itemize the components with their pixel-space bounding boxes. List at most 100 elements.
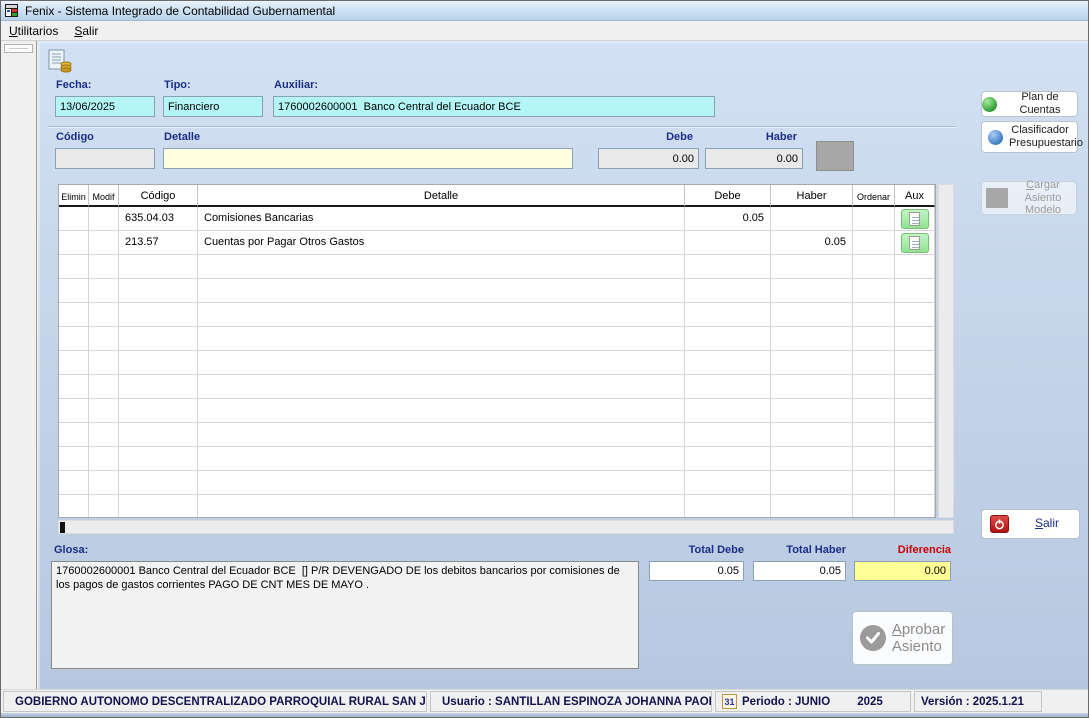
menu-utilitarios[interactable]: Utilitarios [1, 22, 66, 40]
cell-codigo: 635.04.03 [119, 207, 198, 231]
table-v-scrollbar[interactable] [938, 184, 954, 518]
aprobar-asiento-button[interactable]: Aprobar Asiento [852, 611, 953, 665]
table-row[interactable] [59, 399, 935, 423]
cell-debe [685, 327, 771, 351]
cell-detalle: Comisiones Bancarias [198, 207, 685, 231]
column-header-ordenar: Ordenar [853, 185, 895, 207]
entry-table-body: 635.04.03Comisiones Bancarias0.05213.57C… [59, 207, 935, 518]
cell-ordenar [853, 207, 895, 231]
tipo-label: Tipo: [164, 79, 191, 91]
cell-elimin [59, 375, 89, 399]
table-row[interactable]: 213.57Cuentas por Pagar Otros Gastos0.05 [59, 231, 935, 255]
table-row[interactable] [59, 279, 935, 303]
cell-aux [895, 423, 935, 447]
cell-haber [771, 303, 853, 327]
table-row[interactable] [59, 423, 935, 447]
cell-codigo: 213.57 [119, 231, 198, 255]
cell-aux [895, 303, 935, 327]
fecha-input[interactable] [55, 96, 155, 117]
cargar-asiento-modelo-button[interactable]: Cargar Asiento Modelo [981, 181, 1077, 215]
cell-elimin [59, 279, 89, 303]
cell-modif [89, 351, 119, 375]
entries-table: EliminModifCódigoDetalleDebeHaberOrdenar… [58, 184, 936, 518]
collapsed-toolbar-handle[interactable] [4, 44, 33, 53]
debe-label: Debe [598, 131, 693, 143]
table-row[interactable] [59, 495, 935, 518]
auxiliar-input[interactable] [273, 96, 715, 117]
cell-ordenar [853, 231, 895, 255]
table-row[interactable] [59, 303, 935, 327]
glosa-textarea[interactable]: 1760002600001 Banco Central del Ecuador … [51, 561, 639, 669]
h-scrollbar-thumb[interactable] [60, 522, 65, 533]
aux-button[interactable] [901, 233, 929, 253]
cell-ordenar [853, 423, 895, 447]
document-icon [909, 236, 920, 250]
total-debe-input[interactable] [649, 561, 744, 581]
plan-de-cuentas-button[interactable]: Plan de Cuentas [981, 91, 1078, 117]
total-haber-input[interactable] [753, 561, 846, 581]
table-h-scrollbar[interactable] [58, 520, 954, 534]
cell-detalle [198, 495, 685, 518]
periodo-text: Periodo : JUNIO [742, 696, 830, 708]
cell-ordenar [853, 279, 895, 303]
cell-ordenar [853, 327, 895, 351]
cell-detalle [198, 303, 685, 327]
codigo-input[interactable] [55, 148, 155, 169]
column-header-codigo: Código [119, 185, 198, 207]
cell-detalle [198, 423, 685, 447]
tipo-input[interactable] [163, 96, 263, 117]
cell-ordenar [853, 351, 895, 375]
cell-modif [89, 279, 119, 303]
table-row[interactable] [59, 471, 935, 495]
cell-ordenar [853, 399, 895, 423]
cell-codigo [119, 495, 198, 518]
detalle-input[interactable] [163, 148, 573, 169]
cell-aux [895, 447, 935, 471]
entity-text: GOBIERNO AUTONOMO DESCENTRALIZADO PARROQ… [15, 696, 427, 708]
table-row[interactable] [59, 351, 935, 375]
table-row[interactable] [59, 255, 935, 279]
table-row[interactable]: 635.04.03Comisiones Bancarias0.05 [59, 207, 935, 231]
cell-codigo [119, 255, 198, 279]
cell-elimin [59, 255, 89, 279]
aprobar-line1: Aprobar [892, 621, 945, 638]
usuario-text: Usuario : SANTILLAN ESPINOZA JOHANNA PAO… [442, 696, 712, 708]
cell-detalle [198, 255, 685, 279]
table-row[interactable] [59, 375, 935, 399]
cell-detalle [198, 327, 685, 351]
cell-elimin [59, 303, 89, 327]
table-row[interactable] [59, 327, 935, 351]
cell-debe [685, 375, 771, 399]
cell-haber [771, 447, 853, 471]
cell-detalle: Cuentas por Pagar Otros Gastos [198, 231, 685, 255]
diferencia-input[interactable] [854, 561, 951, 581]
cell-haber [771, 495, 853, 518]
column-header-aux: Aux [895, 185, 935, 207]
row-action-button[interactable] [816, 141, 854, 171]
green-sphere-icon [982, 97, 997, 112]
cell-modif [89, 303, 119, 327]
window-title: Fenix - Sistema Integrado de Contabilida… [25, 4, 335, 18]
cell-aux [895, 255, 935, 279]
cargar-asiento-label: Cargar Asiento Modelo [1014, 179, 1072, 217]
cell-modif [89, 423, 119, 447]
debe-input[interactable] [598, 148, 699, 169]
aprobar-line2: Asiento [892, 638, 945, 655]
cell-codigo [119, 471, 198, 495]
cell-debe [685, 447, 771, 471]
haber-input[interactable] [705, 148, 803, 169]
cell-codigo [119, 423, 198, 447]
cell-aux [895, 399, 935, 423]
app-icon [5, 4, 20, 18]
aux-button[interactable] [901, 209, 929, 229]
table-row[interactable] [59, 447, 935, 471]
salir-button[interactable]: Salir [981, 509, 1080, 539]
cell-modif [89, 327, 119, 351]
cell-codigo [119, 303, 198, 327]
cell-aux [895, 279, 935, 303]
codigo-label: Código [56, 131, 94, 143]
clasificador-label: Clasificador Presupuestario [1009, 124, 1071, 149]
menu-salir[interactable]: Salir [66, 22, 106, 40]
separator-line [48, 126, 956, 128]
clasificador-presupuestario-button[interactable]: Clasificador Presupuestario [981, 121, 1078, 153]
